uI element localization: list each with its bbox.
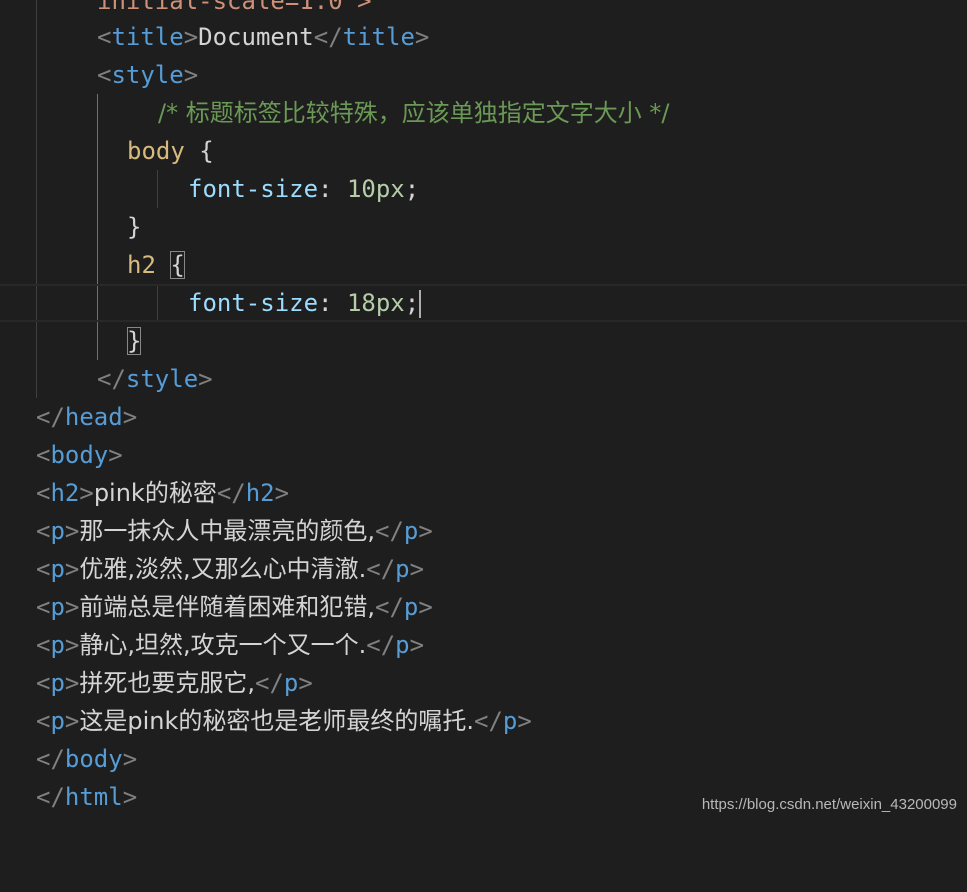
tag-name: title xyxy=(342,23,415,51)
title-text: Document xyxy=(198,23,314,51)
code-line-p: <p>优雅,淡然,又那么心中清澈.</p> xyxy=(36,555,425,583)
attr-text: initial-scale=1.0"> xyxy=(97,0,372,15)
code-editor[interactable]: initial-scale=1.0"> <title>Document</tit… xyxy=(0,0,967,825)
code-line: initial-scale=1.0"> xyxy=(0,0,967,20)
css-value: 18px xyxy=(346,289,405,317)
tag-name: style xyxy=(111,61,184,89)
p-text: 静心,坦然,攻克一个又一个. xyxy=(79,631,367,659)
css-selector: h2 xyxy=(127,251,156,279)
text-cursor xyxy=(419,290,422,318)
bracket-match-close: } xyxy=(127,327,142,355)
code-line-comment: /* 标题标签比较特殊，应该单独指定文字大小 */ xyxy=(0,94,967,132)
code-line-body-close: </body> xyxy=(36,745,138,773)
p-text: 拼死也要克服它, xyxy=(79,669,255,697)
h2-text: pink的秘密 xyxy=(93,479,217,507)
code-line-p: <p>那一抹众人中最漂亮的颜色,</p> xyxy=(36,517,433,545)
code-line-p: <p>前端总是伴随着困难和犯错,</p> xyxy=(36,593,433,621)
code-line-style-close: </style> xyxy=(97,365,213,393)
css-property: font-size xyxy=(188,289,319,317)
code-line-h2: <h2>pink的秘密</h2> xyxy=(36,479,290,507)
tag-name: body xyxy=(64,745,123,773)
css-value: 10px xyxy=(346,175,405,203)
p-text: 前端总是伴随着困难和犯错, xyxy=(79,593,375,621)
bracket-match-open: { xyxy=(170,251,185,279)
tag-name: head xyxy=(64,403,123,431)
code-line-current[interactable]: font-size: 18px; xyxy=(0,284,967,322)
code-line-p: <p>静心,坦然,攻克一个又一个.</p> xyxy=(36,631,425,659)
code-line-brace: } xyxy=(0,322,967,360)
tag-name: html xyxy=(64,783,123,811)
tag-name: style xyxy=(125,365,199,393)
code-line-p: <p>这是pink的秘密也是老师最终的嘱托.</p> xyxy=(36,707,532,735)
code-line-body-open: <body> xyxy=(36,441,123,469)
code-line-p: <p>拼死也要克服它,</p> xyxy=(36,669,313,697)
tag-name: title xyxy=(111,23,184,51)
p-text: 优雅,淡然,又那么心中清澈. xyxy=(79,555,367,583)
css-selector: body xyxy=(127,137,185,165)
code-line-declaration: font-size: 10px; xyxy=(188,175,420,203)
code-line-style-open: <style> xyxy=(97,61,199,89)
p-text: 这是pink的秘密也是老师最终的嘱托. xyxy=(79,707,474,735)
code-line-head-close: </head> xyxy=(36,403,138,431)
code-line-selector-body: body { xyxy=(127,137,214,165)
css-property: font-size xyxy=(188,175,319,203)
code-line-brace: } xyxy=(127,213,142,241)
watermark-text: https://blog.csdn.net/weixin_43200099 xyxy=(701,796,957,813)
code-line-selector-h2: h2 { xyxy=(0,246,967,284)
css-comment: /* 标题标签比较特殊，应该单独指定文字大小 */ xyxy=(158,99,670,127)
p-text: 那一抹众人中最漂亮的颜色, xyxy=(79,517,375,545)
code-line-title: <title>Document</title> xyxy=(97,23,430,51)
tag-name: body xyxy=(50,441,109,469)
